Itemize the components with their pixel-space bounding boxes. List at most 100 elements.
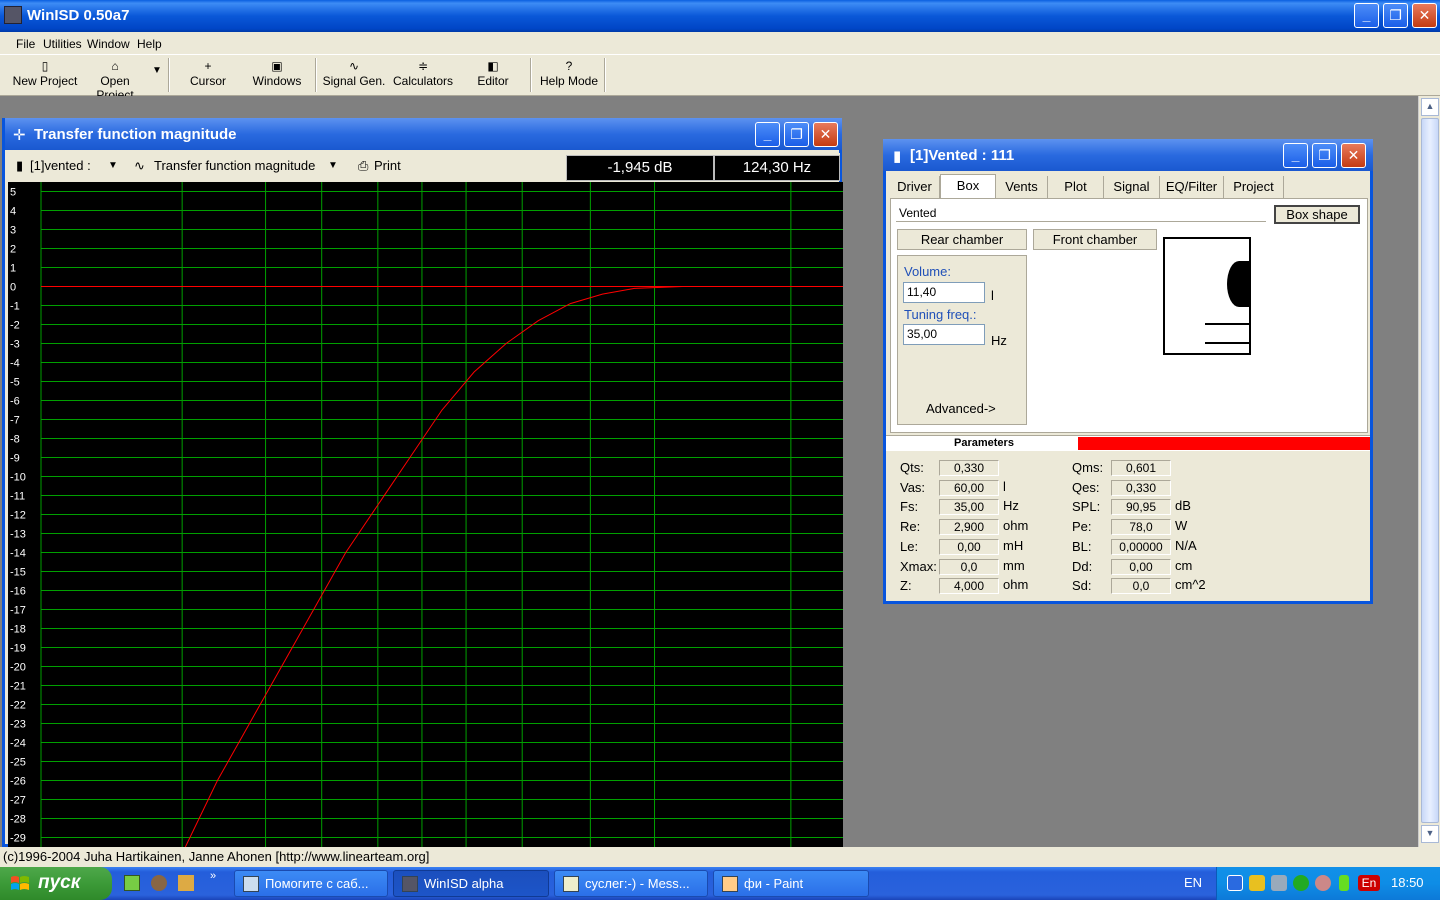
y-tick-label: -7	[10, 415, 20, 427]
tuning-input[interactable]: 35,00	[903, 324, 985, 345]
task-paint[interactable]: фи - Paint	[713, 870, 869, 897]
tf-minimize-button[interactable]: _	[755, 122, 780, 147]
menu-file[interactable]: File	[16, 37, 35, 51]
messenger-icon	[563, 876, 579, 892]
scroll-thumb[interactable]	[1421, 118, 1439, 823]
tf-title-bar[interactable]: ✛ Transfer function magnitude _ ❐ ✕	[5, 118, 842, 150]
menu-utilities[interactable]: Utilities	[43, 37, 82, 51]
computer-icon[interactable]	[1271, 875, 1287, 891]
tf-toolbar: ▮ [1]vented : ▼ ∿ Transfer function magn…	[8, 153, 840, 181]
port-line-bottom	[1205, 342, 1251, 344]
scroll-up-icon[interactable]: ▲	[1421, 98, 1439, 116]
tf-close-button[interactable]: ✕	[813, 122, 838, 147]
language-indicator[interactable]: EN	[1184, 875, 1202, 890]
keyboard-layout[interactable]: En	[1358, 875, 1380, 891]
tab-signal[interactable]: Signal	[1104, 176, 1160, 198]
param-label: Qts:	[900, 460, 924, 475]
tab-vents[interactable]: Vents	[996, 176, 1048, 198]
param-unit: cm^2	[1175, 577, 1206, 593]
network-icon[interactable]	[1227, 875, 1243, 891]
param-unit: dB	[1175, 498, 1191, 514]
graph-type-dropdown-icon[interactable]: ▼	[328, 160, 338, 171]
vented-title-bar[interactable]: ▮ [1]Vented : 111 _ ❐ ✕	[883, 139, 1373, 171]
cursor-button[interactable]: + Cursor	[180, 58, 236, 94]
crosshair-icon: +	[204, 59, 212, 73]
quicklaunch-more-icon[interactable]: »	[210, 870, 216, 882]
open-project-button[interactable]: ⌂ Open Project	[80, 58, 150, 102]
graph-type-select[interactable]: Transfer function magnitude	[154, 158, 315, 173]
tab-eq-filter[interactable]: EQ/Filter	[1160, 176, 1224, 198]
start-label: пуск	[38, 872, 81, 893]
param-value: 78,0	[1111, 519, 1171, 536]
param-value: 4,000	[939, 578, 999, 595]
start-button[interactable]: пуск	[0, 867, 112, 900]
param-label: BL:	[1072, 538, 1092, 554]
vented-tabs: Driver Box Vents Plot Signal EQ/Filter P…	[890, 174, 1368, 198]
vented-maximize-button[interactable]: ❐	[1312, 143, 1337, 168]
help-mode-label: Help Mode	[539, 74, 599, 88]
param-unit: ohm	[1003, 518, 1029, 534]
toolbar-separator	[530, 58, 532, 92]
new-project-label: New Project	[12, 74, 78, 88]
maximize-button[interactable]: ❐	[1383, 3, 1408, 28]
windows-label: Windows	[252, 74, 302, 88]
menu-window[interactable]: Window	[87, 37, 130, 51]
tf-maximize-button[interactable]: ❐	[784, 122, 809, 147]
param-value: 90,95	[1111, 499, 1171, 516]
app-title: WinISD 0.50a7	[27, 7, 130, 24]
box-shape-button[interactable]: Box shape	[1274, 205, 1360, 224]
quicklaunch-media-icon[interactable]	[151, 875, 167, 891]
rear-chamber-panel: Volume: 11,40 l Tuning freq.: 35,00 Hz A…	[897, 255, 1027, 425]
task-pomogite[interactable]: Помогите с саб...	[234, 870, 388, 897]
y-tick-label: -13	[10, 529, 26, 541]
y-tick-label: -29	[10, 833, 26, 845]
scroll-down-icon[interactable]: ▼	[1421, 825, 1439, 843]
minimize-button[interactable]: _	[1354, 3, 1379, 28]
tab-driver[interactable]: Driver	[890, 176, 940, 198]
task-winisd[interactable]: WinISD alpha	[393, 870, 549, 897]
speaker-driver-icon	[1227, 261, 1251, 307]
tab-plot[interactable]: Plot	[1048, 176, 1104, 198]
editor-button[interactable]: ◧ Editor	[468, 58, 518, 94]
rear-chamber-tab[interactable]: Rear chamber	[897, 229, 1027, 250]
param-label: Dd:	[1072, 558, 1093, 574]
new-project-button[interactable]: ▯ New Project	[10, 58, 80, 94]
mdi-scrollbar[interactable]: ▲ ▼	[1418, 96, 1440, 847]
quicklaunch-app-icon[interactable]	[178, 875, 194, 891]
front-chamber-tab[interactable]: Front chamber	[1033, 229, 1157, 250]
quicklaunch-desktop-icon[interactable]	[124, 875, 140, 891]
print-button[interactable]: Print	[374, 158, 401, 173]
vented-minimize-button[interactable]: _	[1283, 143, 1308, 168]
box-type-field[interactable]: Vented	[896, 204, 1266, 222]
signal-gen-button[interactable]: ∿ Signal Gen.	[322, 58, 386, 94]
help-mode-button[interactable]: ? Help Mode	[538, 58, 600, 94]
menu-bar: File Utilities Window Help	[0, 32, 1440, 55]
advanced-button[interactable]: Advanced->	[926, 401, 996, 416]
app-tray-icon[interactable]	[1315, 875, 1331, 891]
tab-box[interactable]: Box	[940, 174, 996, 198]
close-button[interactable]: ✕	[1412, 3, 1437, 28]
clover-icon[interactable]	[1293, 875, 1309, 891]
project-select-dropdown-icon[interactable]: ▼	[108, 160, 118, 171]
volume-input[interactable]: 11,40	[903, 282, 985, 303]
menu-help[interactable]: Help	[137, 37, 162, 51]
battery-icon[interactable]	[1339, 875, 1349, 891]
folder-icon: ⌂	[111, 59, 119, 73]
new-project-icon: ▯	[41, 59, 49, 73]
calculators-button[interactable]: ≑ Calculators	[392, 58, 454, 94]
vented-window-icon: ▮	[893, 148, 902, 165]
param-label: Pe:	[1072, 519, 1092, 535]
project-select[interactable]: [1]vented :	[30, 158, 91, 173]
y-tick-label: 3	[10, 225, 16, 237]
port-line-top	[1205, 323, 1251, 325]
vented-close-button[interactable]: ✕	[1341, 143, 1366, 168]
param-unit: mm	[1003, 557, 1025, 573]
speaker-icon: ◧	[487, 59, 499, 73]
param-value: 0,601	[1111, 460, 1171, 476]
security-shield-icon[interactable]	[1249, 875, 1265, 891]
windows-button[interactable]: ▣ Windows	[244, 58, 310, 94]
tf-plot[interactable]: 5 4 3 2 1 0 -1 -2 -3 -4 -5 -6 -7 -8 -9 -10 -11 -12 -13 -14 -…	[8, 182, 843, 847]
y-tick-label: -21	[10, 681, 26, 693]
task-messenger[interactable]: суслег:-) - Mess...	[554, 870, 708, 897]
tab-project[interactable]: Project	[1224, 176, 1284, 198]
